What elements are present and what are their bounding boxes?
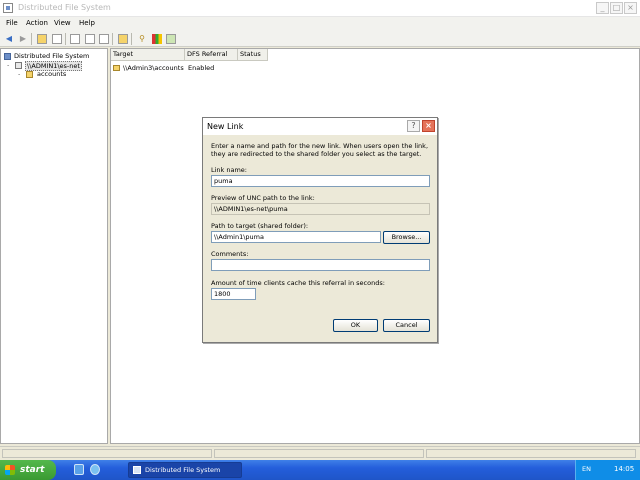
toolbar-separator bbox=[65, 33, 66, 45]
comments-input[interactable] bbox=[211, 259, 430, 271]
taskbar: start Distributed File System EN 14:05 bbox=[0, 460, 640, 480]
new-window-icon[interactable] bbox=[70, 34, 80, 44]
menu-action[interactable]: Action bbox=[26, 19, 48, 27]
status-bar bbox=[0, 446, 640, 459]
comments-label: Comments: bbox=[211, 250, 249, 258]
ok-button[interactable]: OK bbox=[333, 319, 378, 332]
tree-node-accounts[interactable]: accounts bbox=[37, 70, 66, 78]
menu-bar: File Action View Help bbox=[0, 17, 640, 31]
up-folder-icon[interactable] bbox=[37, 34, 47, 44]
toolbar: ◀ ▶ ⚲ bbox=[0, 31, 640, 47]
windows-logo-icon bbox=[5, 465, 15, 475]
internet-explorer-icon[interactable] bbox=[90, 464, 100, 475]
filter-icon[interactable]: ⚲ bbox=[137, 34, 147, 44]
cache-time-label: Amount of time clients cache this referr… bbox=[211, 279, 385, 287]
server-icon bbox=[15, 62, 22, 69]
window-titlebar[interactable]: Distributed File System _ □ × bbox=[0, 0, 640, 17]
toolbar-separator bbox=[131, 33, 132, 45]
dialog-title: New Link bbox=[207, 122, 244, 131]
tree-expander[interactable]: - bbox=[18, 70, 20, 78]
dfs-root-icon bbox=[4, 53, 11, 60]
show-tree-icon[interactable] bbox=[52, 34, 62, 44]
list-cell-target[interactable]: \\Admin3\accounts bbox=[123, 64, 184, 72]
refresh-icon[interactable] bbox=[85, 34, 95, 44]
forward-arrow-icon[interactable]: ▶ bbox=[18, 34, 28, 44]
show-desktop-icon[interactable] bbox=[74, 464, 84, 475]
toolbar-separator bbox=[31, 33, 32, 45]
column-header-status[interactable]: Status bbox=[238, 49, 268, 61]
status-chart-icon[interactable] bbox=[152, 34, 162, 44]
toolbar-separator bbox=[112, 33, 113, 45]
tree-node-dfs[interactable]: Distributed File System bbox=[14, 52, 89, 60]
menu-help[interactable]: Help bbox=[79, 19, 95, 27]
link-name-input[interactable]: puma bbox=[211, 175, 430, 187]
tree-pane: Distributed File System - \\ADMIN1\es-ne… bbox=[0, 48, 108, 444]
app-icon bbox=[3, 3, 13, 13]
cache-time-input[interactable]: 1800 bbox=[211, 288, 256, 300]
status-segment bbox=[2, 449, 212, 458]
start-button[interactable]: start bbox=[0, 460, 56, 480]
dialog-intro: Enter a name and path for the new link. … bbox=[211, 142, 429, 158]
status-segment bbox=[426, 449, 636, 458]
menu-view[interactable]: View bbox=[54, 19, 71, 27]
unc-preview-field: \\ADMIN1\es-net\puma bbox=[211, 203, 430, 215]
column-header-referral[interactable]: DFS Referral bbox=[185, 49, 238, 61]
share-folder-icon bbox=[113, 65, 120, 71]
taskbar-item-dfs[interactable]: Distributed File System bbox=[128, 462, 242, 478]
tree-expander[interactable]: - bbox=[7, 61, 9, 69]
minimize-button[interactable]: _ bbox=[596, 2, 609, 14]
folder-icon[interactable] bbox=[118, 34, 128, 44]
link-name-label: Link name: bbox=[211, 166, 248, 174]
window-title: Distributed File System bbox=[18, 3, 111, 12]
properties-icon[interactable] bbox=[166, 34, 176, 44]
browse-button[interactable]: Browse... bbox=[383, 231, 430, 244]
export-list-icon[interactable] bbox=[99, 34, 109, 44]
dialog-titlebar[interactable]: New Link ? × bbox=[203, 118, 437, 135]
new-link-dialog: New Link ? × Enter a name and path for t… bbox=[202, 117, 438, 343]
start-label: start bbox=[20, 465, 45, 475]
unc-preview-label: Preview of UNC path to the link: bbox=[211, 194, 315, 202]
status-segment bbox=[214, 449, 424, 458]
help-button[interactable]: ? bbox=[407, 120, 420, 132]
cancel-button[interactable]: Cancel bbox=[383, 319, 430, 332]
taskbar-item-label: Distributed File System bbox=[145, 466, 221, 474]
close-button[interactable]: × bbox=[624, 2, 637, 14]
column-header-target[interactable]: Target bbox=[111, 49, 185, 61]
back-arrow-icon[interactable]: ◀ bbox=[4, 34, 14, 44]
language-indicator[interactable]: EN bbox=[582, 465, 591, 473]
clock[interactable]: 14:05 bbox=[614, 465, 634, 473]
list-cell-referral: Enabled bbox=[188, 64, 215, 72]
target-path-label: Path to target (shared folder): bbox=[211, 222, 309, 230]
menu-file[interactable]: File bbox=[6, 19, 18, 27]
dialog-close-button[interactable]: × bbox=[422, 120, 435, 132]
maximize-button[interactable]: □ bbox=[610, 2, 623, 14]
system-tray: EN 14:05 bbox=[575, 460, 640, 480]
link-folder-icon bbox=[26, 71, 33, 78]
dfs-task-icon bbox=[133, 466, 141, 474]
target-path-input[interactable]: \\Admin1\puma bbox=[211, 231, 381, 243]
